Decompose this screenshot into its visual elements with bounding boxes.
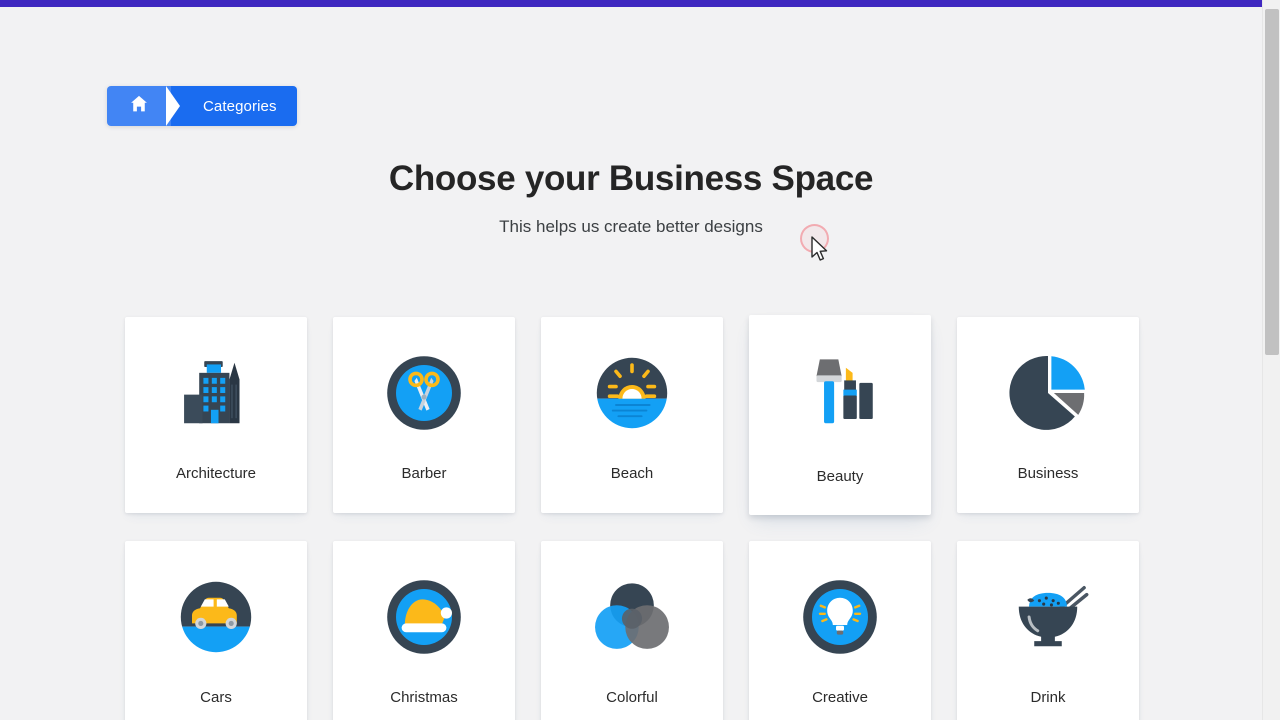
venn-circles-icon — [586, 571, 678, 663]
top-brand-bar — [0, 0, 1269, 7]
page-subtitle: This helps us create better designs — [499, 217, 763, 236]
category-card-creative[interactable]: Creative — [749, 541, 931, 720]
home-icon — [128, 93, 150, 120]
lightbulb-circle-icon — [794, 571, 886, 663]
category-card-barber[interactable]: Barber — [333, 317, 515, 513]
category-card-christmas[interactable]: Christmas — [333, 541, 515, 720]
category-card-colorful[interactable]: Colorful — [541, 541, 723, 720]
page-title: Choose your Business Space — [388, 159, 874, 198]
category-card-business[interactable]: Business — [957, 317, 1139, 513]
breadcrumb[interactable]: Categories — [107, 86, 297, 126]
category-card-label: Christmas — [390, 689, 458, 706]
category-card-label: Beach — [610, 465, 654, 482]
category-card-label: Drink — [1030, 689, 1066, 706]
car-circle-icon — [170, 571, 262, 663]
sunset-sea-circle-icon — [586, 347, 678, 439]
scrollbar-thumb[interactable] — [1265, 9, 1279, 355]
category-card-drink[interactable]: Drink — [957, 541, 1139, 720]
page-root: Categories Choose your Business Space Th… — [0, 0, 1280, 720]
category-card-architecture[interactable]: Architecture — [125, 317, 307, 513]
category-card-label: Architecture — [175, 465, 257, 482]
category-card-label: Colorful — [606, 689, 658, 706]
scissors-circle-icon — [378, 347, 470, 439]
category-card-label: Business — [1017, 465, 1079, 482]
category-card-beauty[interactable]: Beauty — [749, 315, 931, 515]
makeup-brush-lipstick-icon — [794, 347, 886, 439]
category-grid: Architecture Barber Beach Beauty Busines… — [125, 315, 1140, 720]
category-card-label: Barber — [401, 465, 447, 482]
category-card-beach[interactable]: Beach — [541, 317, 723, 513]
category-card-label: Cars — [200, 689, 232, 706]
breadcrumb-item-categories[interactable]: Categories — [197, 86, 297, 126]
category-card-label: Creative — [812, 689, 868, 706]
category-card-label: Beauty — [816, 468, 864, 485]
page-viewport: Categories Choose your Business Space Th… — [0, 7, 1262, 720]
city-buildings-icon — [170, 347, 262, 439]
breadcrumb-separator-icon — [158, 86, 197, 126]
pie-chart-icon — [1002, 347, 1094, 439]
rice-bowl-chopsticks-icon — [1002, 571, 1094, 663]
category-card-cars[interactable]: Cars — [125, 541, 307, 720]
santa-hat-circle-icon — [378, 571, 470, 663]
vertical-scrollbar[interactable] — [1262, 0, 1280, 720]
